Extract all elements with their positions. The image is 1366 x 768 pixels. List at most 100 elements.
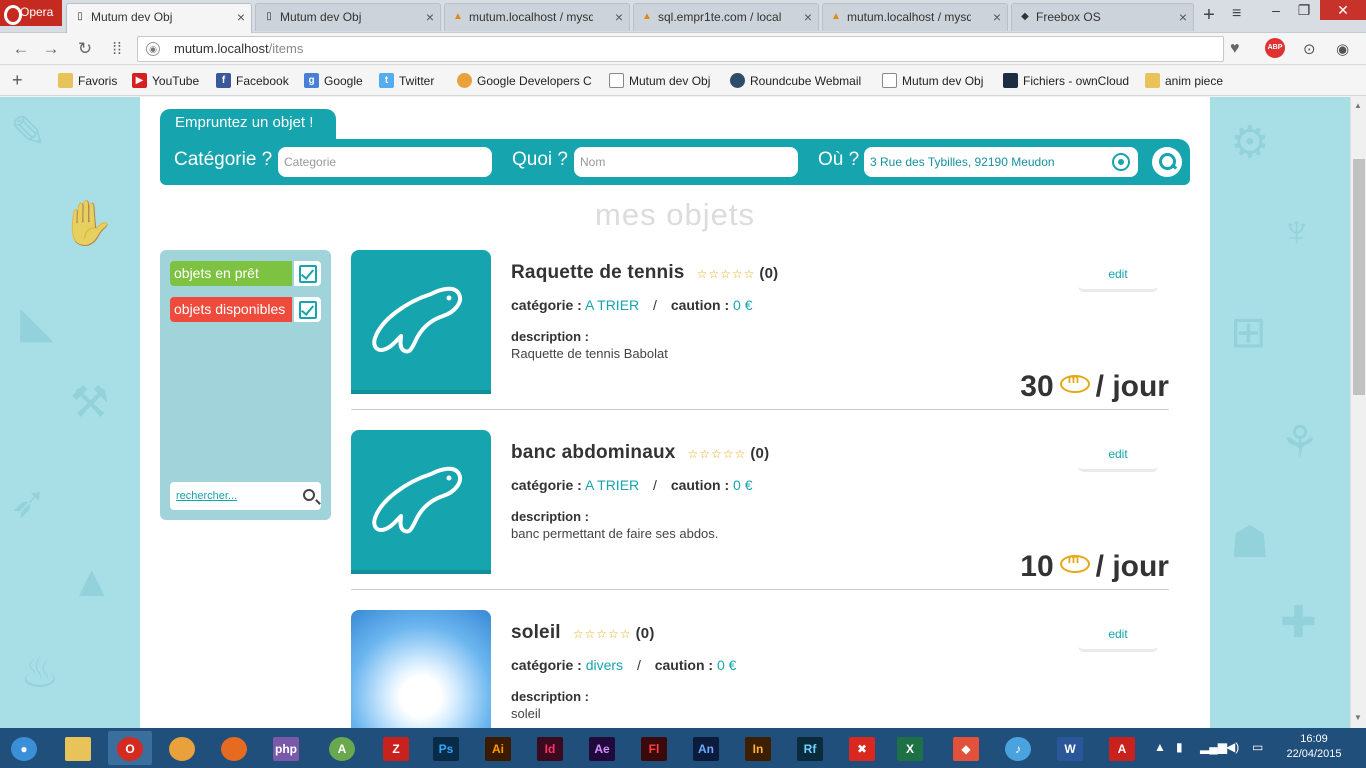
- opera-taskbar-button[interactable]: O: [108, 731, 152, 765]
- page-scrollbar[interactable]: ▲ ▼: [1350, 97, 1366, 728]
- name-input[interactable]: Nom: [574, 147, 798, 177]
- forward-icon[interactable]: →: [40, 38, 62, 60]
- bookmark-google[interactable]: g Google: [304, 73, 363, 88]
- indesign-taskbar-button[interactable]: Id: [528, 731, 572, 765]
- bookmark-anim-piece[interactable]: anim piece: [1145, 73, 1223, 88]
- android-studio-taskbar-button[interactable]: A: [320, 731, 364, 765]
- php-icon: php: [273, 736, 299, 761]
- chrome-icon: [457, 73, 472, 88]
- item-placeholder-image[interactable]: [351, 430, 491, 574]
- flash-taskbar-button[interactable]: Fl: [632, 731, 676, 765]
- category-value[interactable]: A TRIER: [585, 477, 639, 493]
- scroll-down-icon[interactable]: ▼: [1354, 713, 1362, 722]
- close-icon[interactable]: ×: [426, 4, 434, 30]
- close-icon[interactable]: ×: [1179, 4, 1187, 30]
- scroll-up-icon[interactable]: ▲: [1354, 101, 1362, 110]
- tab-menu-icon[interactable]: ≡: [1232, 5, 1241, 23]
- bookmark-twitter[interactable]: t Twitter: [379, 73, 434, 88]
- geolocation-icon[interactable]: [1112, 153, 1130, 171]
- photoshop-taskbar-button[interactable]: Ps: [424, 731, 468, 765]
- edit-button[interactable]: edit: [1078, 446, 1158, 472]
- bookmark-google-developers[interactable]: Google Developers C: [457, 73, 592, 88]
- back-icon[interactable]: ←: [10, 38, 32, 60]
- network-icon[interactable]: ▂▄▆: [1200, 740, 1227, 754]
- bookmark-roundcube[interactable]: Roundcube Webmail: [730, 73, 861, 88]
- filter-lent-checkbox[interactable]: [294, 261, 321, 286]
- address-bar[interactable]: ◉ mutum.localhost/items: [137, 36, 1224, 62]
- item-title[interactable]: banc abdominaux ☆☆☆☆☆ (0): [511, 442, 769, 464]
- illustrator-icon: Ai: [485, 736, 511, 761]
- scrollbar-thumb[interactable]: [1353, 159, 1365, 395]
- heart-icon[interactable]: ♥: [1230, 40, 1240, 58]
- location-input[interactable]: 3 Rue des Tybilles, 92190 Meudon: [864, 147, 1138, 177]
- git-taskbar-button[interactable]: ◆: [944, 731, 988, 765]
- bookmark-owncloud[interactable]: Fichiers - ownCloud: [1003, 73, 1129, 88]
- item-title[interactable]: soleil ☆☆☆☆☆ (0): [511, 622, 655, 644]
- reflow-taskbar-button[interactable]: Rf: [788, 731, 832, 765]
- word-taskbar-button[interactable]: W: [1048, 731, 1092, 765]
- after-effects-taskbar-button[interactable]: Ae: [580, 731, 624, 765]
- tab-1[interactable]: ▯ Mutum dev Obj ×: [66, 3, 252, 33]
- reload-icon[interactable]: ↻: [74, 38, 96, 60]
- window-close-button[interactable]: ✕: [1320, 0, 1366, 20]
- download-icon[interactable]: ⊙: [1303, 40, 1316, 58]
- itunes-taskbar-button[interactable]: ♪: [996, 731, 1040, 765]
- close-icon[interactable]: ×: [237, 4, 245, 30]
- excel-taskbar-button[interactable]: X: [888, 731, 932, 765]
- maximize-icon[interactable]: ❐: [1290, 2, 1318, 22]
- category-value[interactable]: divers: [586, 657, 623, 673]
- battery-icon[interactable]: ▮: [1176, 740, 1183, 754]
- filter-search-field[interactable]: rechercher...: [170, 482, 321, 510]
- search-icon[interactable]: [303, 489, 315, 501]
- illustrator-taskbar-button[interactable]: Ai: [476, 731, 520, 765]
- chrome-taskbar-button[interactable]: [160, 731, 204, 765]
- phpstorm-taskbar-button[interactable]: php: [264, 731, 308, 765]
- tab-4[interactable]: ▲ sql.empr1te.com / localh ×: [633, 3, 819, 31]
- category-input[interactable]: Categorie: [278, 147, 492, 177]
- opera-menu-button[interactable]: Opera: [0, 0, 62, 26]
- filter-available-checkbox[interactable]: [294, 297, 321, 322]
- item-title[interactable]: Raquette de tennis ☆☆☆☆☆ (0): [511, 262, 778, 284]
- minimize-icon[interactable]: –: [1262, 2, 1290, 22]
- close-icon[interactable]: ×: [993, 4, 1001, 30]
- meta-separator: /: [636, 657, 641, 673]
- speed-dial-icon[interactable]: ⁞⁞: [106, 38, 128, 60]
- close-icon[interactable]: ×: [804, 4, 812, 30]
- system-clock[interactable]: 16:09 22/04/2015: [1284, 732, 1344, 762]
- volume-icon[interactable]: ◀): [1226, 740, 1239, 754]
- filezilla-taskbar-button[interactable]: Z: [374, 731, 418, 765]
- reflow-icon: Rf: [797, 736, 823, 761]
- start-button[interactable]: ●: [2, 731, 46, 765]
- tab-3[interactable]: ▲ mutum.localhost / mysql ×: [444, 3, 630, 31]
- new-tab-button[interactable]: +: [1198, 5, 1220, 27]
- close-icon[interactable]: ×: [615, 4, 623, 30]
- firefox-taskbar-button[interactable]: [212, 731, 256, 765]
- category-value[interactable]: A TRIER: [585, 297, 639, 313]
- add-bookmark-icon[interactable]: +: [12, 70, 23, 91]
- account-icon[interactable]: ◉: [1336, 40, 1349, 58]
- search-link[interactable]: rechercher...: [176, 490, 237, 502]
- edit-button[interactable]: edit: [1078, 626, 1158, 652]
- item-placeholder-image[interactable]: [351, 250, 491, 394]
- tab-2[interactable]: ▯ Mutum dev Obj ×: [255, 3, 441, 31]
- explorer-button[interactable]: [56, 731, 100, 765]
- search-button[interactable]: [1152, 147, 1182, 177]
- animate-taskbar-button[interactable]: An: [684, 731, 728, 765]
- description-label: description :: [511, 509, 590, 524]
- acrobat-taskbar-button[interactable]: A: [1100, 731, 1144, 765]
- bookmark-mutum-2[interactable]: Mutum dev Obj: [882, 73, 983, 88]
- bookmark-favoris[interactable]: Favoris: [58, 73, 117, 88]
- item-photo-sun[interactable]: [351, 610, 491, 728]
- xmind-taskbar-button[interactable]: ✖: [840, 731, 884, 765]
- edit-button[interactable]: edit: [1078, 266, 1158, 292]
- adblock-icon[interactable]: ABP: [1265, 38, 1285, 58]
- keyboard-icon[interactable]: ▭: [1252, 740, 1263, 754]
- bookmark-facebook[interactable]: f Facebook: [216, 73, 289, 88]
- bookmark-mutum-1[interactable]: Mutum dev Obj: [609, 73, 710, 88]
- tab-5[interactable]: ▲ mutum.localhost / mysql ×: [822, 3, 1008, 31]
- incopy-taskbar-button[interactable]: In: [736, 731, 780, 765]
- tab-6[interactable]: ◆ Freebox OS ×: [1011, 3, 1194, 31]
- tray-expand-icon[interactable]: ▲: [1154, 740, 1166, 754]
- site-info-icon[interactable]: ◉: [146, 42, 160, 56]
- bookmark-youtube[interactable]: ▶ YouTube: [132, 73, 199, 88]
